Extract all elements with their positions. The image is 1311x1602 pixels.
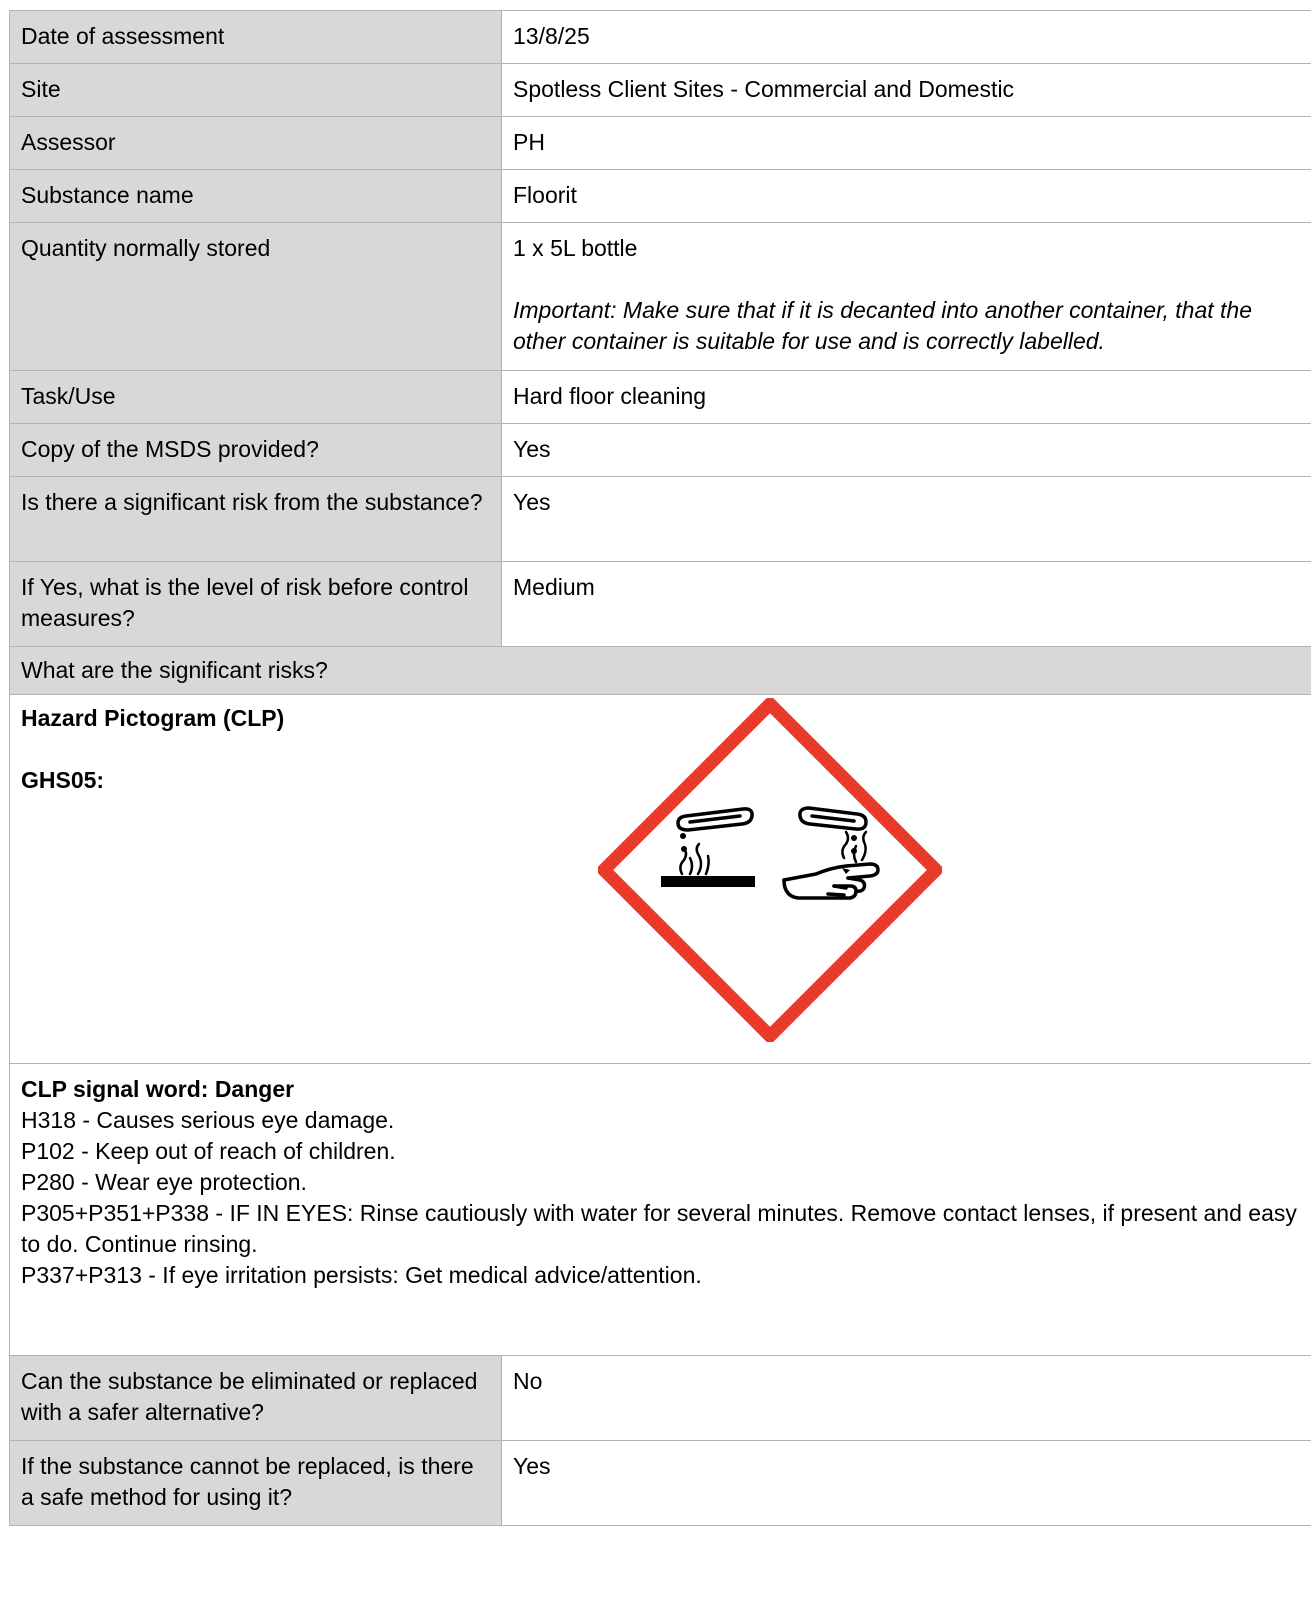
assessment-table: Date of assessment 13/8/25 Site Spotless… [9, 10, 1311, 1526]
quantity-value: 1 x 5L bottle [513, 235, 638, 261]
hazard-statement: H318 - Causes serious eye damage. [21, 1107, 395, 1133]
date-value: 13/8/25 [501, 10, 1311, 64]
eliminate-value: No [501, 1355, 1311, 1441]
date-label: Date of assessment [9, 10, 502, 64]
assessor-value: PH [501, 116, 1311, 170]
table-row: If the substance cannot be replaced, is … [9, 1440, 1311, 1526]
table-row: Can the substance be eliminated or repla… [9, 1355, 1311, 1441]
quantity-cell: 1 x 5L bottle Important: Make sure that … [501, 222, 1311, 371]
substance-name-value: Floorit [501, 169, 1311, 223]
significant-risk-value: Yes [501, 476, 1311, 562]
precaution-statement: P305+P351+P338 - IF IN EYES: Rinse cauti… [21, 1200, 1297, 1257]
precaution-statement: P102 - Keep out of reach of children. [21, 1138, 396, 1164]
significant-risk-label: Is there a significant risk from the sub… [9, 476, 502, 562]
coshh-assessment-document: Date of assessment 13/8/25 Site Spotless… [0, 0, 1311, 1602]
task-use-value: Hard floor cleaning [501, 370, 1311, 424]
site-label: Site [9, 63, 502, 117]
msds-value: Yes [501, 423, 1311, 477]
precaution-statement: P280 - Wear eye protection. [21, 1169, 307, 1195]
decant-note: Important: Make sure that if it is decan… [513, 297, 1252, 354]
risk-level-value: Medium [501, 561, 1311, 647]
pictogram-title: Hazard Pictogram (CLP) [21, 705, 285, 731]
table-row: What are the significant risks? [9, 646, 1311, 695]
task-use-label: Task/Use [9, 370, 502, 424]
pictogram-cell: Hazard Pictogram (CLP) GHS05: [9, 694, 1311, 1064]
table-row: Is there a significant risk from the sub… [9, 476, 1311, 562]
risk-level-label: If Yes, what is the level of risk before… [9, 561, 502, 647]
table-row: Date of assessment 13/8/25 [9, 10, 1311, 64]
table-row: Task/Use Hard floor cleaning [9, 370, 1311, 424]
table-row: CLP signal word: Danger H318 - Causes se… [9, 1063, 1311, 1356]
table-row: Substance name Floorit [9, 169, 1311, 223]
safe-method-value: Yes [501, 1440, 1311, 1526]
table-row: Site Spotless Client Sites - Commercial … [9, 63, 1311, 117]
msds-label: Copy of the MSDS provided? [9, 423, 502, 477]
table-row: Assessor PH [9, 116, 1311, 170]
corrosion-icon [598, 698, 942, 1042]
precaution-statement: P337+P313 - If eye irritation persists: … [21, 1262, 702, 1288]
clp-cell: CLP signal word: Danger H318 - Causes se… [9, 1063, 1311, 1356]
safe-method-label: If the substance cannot be replaced, is … [9, 1440, 502, 1526]
ghs-code: GHS05: [21, 767, 105, 793]
risks-heading: What are the significant risks? [9, 646, 1311, 695]
eliminate-label: Can the substance be eliminated or repla… [9, 1355, 502, 1441]
site-value: Spotless Client Sites - Commercial and D… [501, 63, 1311, 117]
table-row: If Yes, what is the level of risk before… [9, 561, 1311, 647]
signal-word: CLP signal word: Danger [21, 1076, 295, 1102]
table-row: Copy of the MSDS provided? Yes [9, 423, 1311, 477]
table-row: Quantity normally stored 1 x 5L bottle I… [9, 222, 1311, 371]
table-row: Hazard Pictogram (CLP) GHS05: [9, 694, 1311, 1064]
substance-name-label: Substance name [9, 169, 502, 223]
assessor-label: Assessor [9, 116, 502, 170]
quantity-label: Quantity normally stored [9, 222, 502, 371]
